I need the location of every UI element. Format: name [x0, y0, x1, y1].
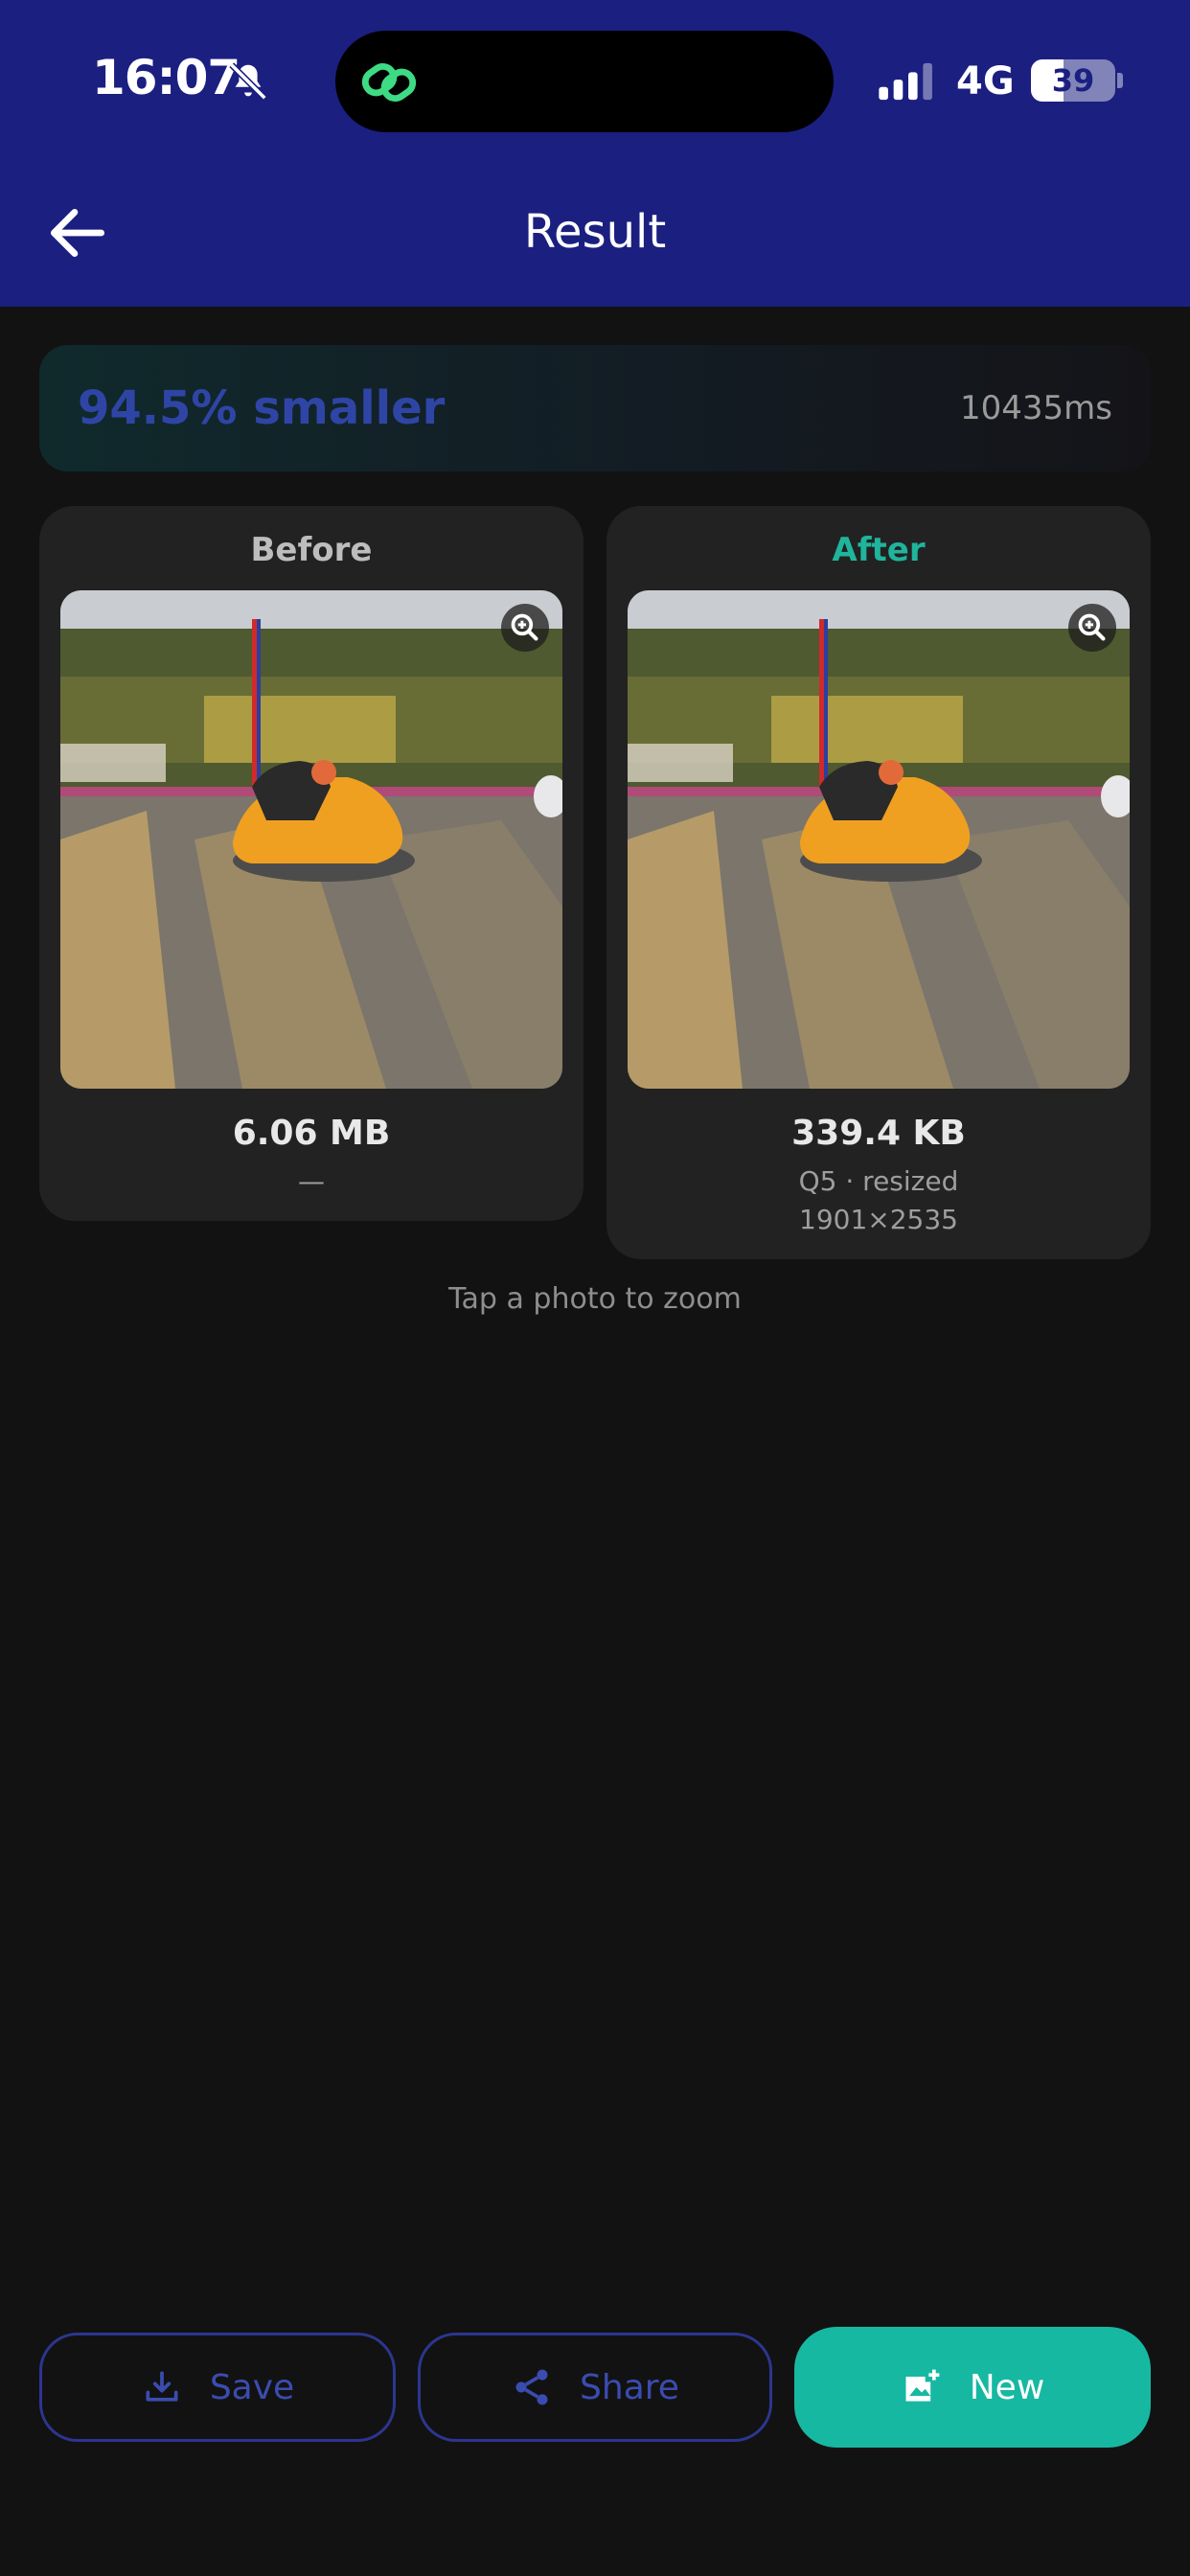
bell-off-icon	[229, 62, 267, 101]
page-title: Result	[523, 205, 667, 259]
result-screen: 16:07 4G 39 Result 94.5% smaller 10435ms…	[0, 0, 1190, 2576]
save-button[interactable]: Save	[39, 2333, 396, 2442]
before-heading: Before	[250, 531, 373, 569]
share-icon	[515, 2369, 548, 2405]
after-photo[interactable]	[628, 590, 1130, 1089]
share-label: Share	[580, 2367, 679, 2407]
dynamic-island	[335, 31, 834, 132]
bumper-car-photo	[60, 590, 562, 1089]
savings-percentage: 94.5% smaller	[78, 381, 446, 435]
before-card: Before 6.06 MB —	[39, 506, 584, 1221]
zoom-in-icon	[511, 613, 538, 641]
after-dimensions: 1901×2535	[799, 1204, 958, 1235]
before-detail: —	[298, 1165, 325, 1197]
savings-banner: 94.5% smaller 10435ms	[39, 345, 1151, 472]
network-label: 4G	[956, 59, 1015, 104]
zoom-button[interactable]	[1068, 604, 1116, 652]
before-photo[interactable]	[60, 590, 562, 1089]
add-photo-icon	[905, 2369, 940, 2402]
link-icon	[361, 62, 417, 103]
after-card: After 339.4 KB Q5 · resized 1901×2535	[606, 506, 1151, 1259]
app-bar: 16:07 4G 39 Result	[0, 0, 1190, 307]
before-file-size: 6.06 MB	[232, 1114, 391, 1153]
elapsed-time: 10435ms	[960, 389, 1112, 427]
new-button[interactable]: New	[794, 2327, 1151, 2448]
download-icon	[146, 2371, 178, 2402]
battery-icon: 39	[1031, 59, 1115, 102]
signal-icon	[879, 62, 932, 101]
zoom-hint: Tap a photo to zoom	[448, 1282, 742, 1316]
new-label: New	[969, 2367, 1045, 2407]
bumper-car-photo	[628, 590, 1130, 1089]
status-time: 16:07	[92, 50, 240, 105]
zoom-button[interactable]	[501, 604, 549, 652]
zoom-in-icon	[1078, 613, 1106, 641]
after-heading: After	[832, 531, 926, 569]
after-file-size: 339.4 KB	[791, 1114, 966, 1153]
after-quality: Q5 · resized	[798, 1165, 959, 1197]
share-button[interactable]: Share	[418, 2333, 772, 2442]
battery-level: 39	[1051, 62, 1095, 99]
save-label: Save	[209, 2367, 295, 2407]
battery-cap	[1117, 73, 1123, 88]
